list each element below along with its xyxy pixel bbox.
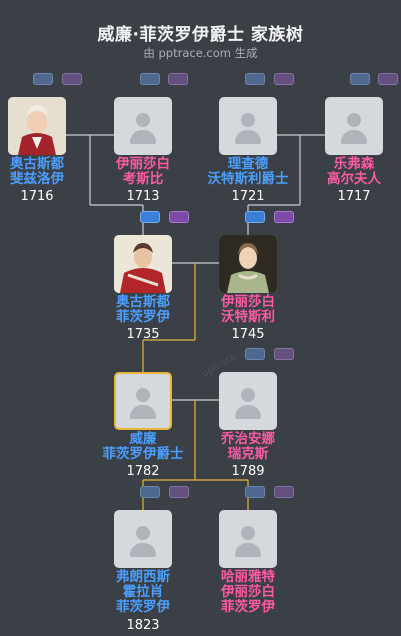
person-name: 奥古斯都 — [10, 156, 64, 172]
person-name: 高尔夫人 — [327, 171, 381, 187]
avatar-placeholder-icon — [347, 113, 361, 127]
person-name: 沃特斯利 — [221, 309, 275, 325]
expand-ancestors-badge[interactable] — [169, 211, 189, 223]
avatar-placeholder-icon — [136, 526, 150, 540]
avatar-placeholder-icon — [136, 388, 150, 402]
person-birth-year: 1735 — [126, 327, 160, 342]
person-name: 弗朗西斯 — [116, 569, 170, 585]
person-birth-year: 1823 — [126, 618, 160, 633]
expand-ancestors-badge[interactable] — [245, 348, 265, 360]
person-name: 菲茨罗伊 — [116, 309, 170, 325]
person-placeholder[interactable] — [219, 510, 277, 568]
person-portrait[interactable] — [8, 97, 66, 155]
expand-ancestors-badge[interactable] — [140, 211, 160, 223]
portrait-man-icon — [8, 97, 66, 155]
expand-ancestors-badge[interactable] — [274, 348, 294, 360]
person-placeholder[interactable] — [114, 510, 172, 568]
person-name: 乐弗森 — [333, 156, 375, 172]
person-birth-year: 1721 — [231, 189, 265, 204]
page-subtitle: 由 pptrace.com 生成 — [143, 46, 258, 60]
person-placeholder-selected[interactable] — [114, 372, 172, 430]
expand-ancestors-badge[interactable] — [140, 486, 160, 498]
expand-ancestors-badge[interactable] — [245, 486, 265, 498]
expand-ancestors-badge[interactable] — [62, 73, 82, 85]
expand-ancestors-badge[interactable] — [350, 73, 370, 85]
person-name: 威廉 — [129, 431, 157, 447]
person-name: 奥古斯都 — [116, 294, 170, 310]
expand-ancestors-badge[interactable] — [245, 73, 265, 85]
person-portrait[interactable] — [219, 235, 277, 293]
person-placeholder[interactable] — [325, 97, 383, 155]
person-portrait[interactable] — [114, 235, 172, 293]
expand-ancestors-badge[interactable] — [274, 73, 294, 85]
expand-ancestors-badge[interactable] — [274, 486, 294, 498]
person-name: 菲茨罗伊 — [116, 599, 170, 615]
avatar-placeholder-icon — [241, 388, 255, 402]
person-name: 斐兹洛伊 — [10, 171, 64, 187]
person-name: 伊丽莎白 — [116, 156, 170, 172]
portrait-man-icon — [114, 235, 172, 293]
person-name: 菲茨罗伊 — [221, 599, 275, 615]
avatar-placeholder-icon — [241, 113, 255, 127]
page-title: 威廉·菲茨罗伊爵士 家族树 — [97, 25, 304, 45]
expand-ancestors-badge[interactable] — [378, 73, 398, 85]
person-name: 乔治安娜 — [221, 431, 275, 447]
person-placeholder[interactable] — [219, 97, 277, 155]
person-name: 考斯比 — [122, 171, 164, 187]
person-name: 哈丽雅特 — [221, 569, 275, 585]
person-name: 瑞克斯 — [227, 446, 269, 462]
person-name: 伊丽莎白 — [221, 584, 275, 600]
expand-ancestors-badge[interactable] — [169, 486, 189, 498]
person-placeholder[interactable] — [219, 372, 277, 430]
person-name: 霍拉肖 — [122, 584, 164, 600]
person-birth-year: 1713 — [126, 189, 160, 204]
avatar-placeholder-icon — [241, 526, 255, 540]
expand-ancestors-badge[interactable] — [33, 73, 53, 85]
expand-ancestors-badge[interactable] — [274, 211, 294, 223]
person-birth-year: 1716 — [20, 189, 54, 204]
person-name: 理查德 — [227, 156, 269, 172]
person-name: 沃特斯利爵士 — [207, 171, 289, 187]
portrait-woman-icon — [219, 235, 277, 293]
person-birth-year: 1789 — [231, 464, 265, 479]
person-placeholder[interactable] — [114, 97, 172, 155]
person-name: 菲茨罗伊爵士 — [102, 446, 184, 462]
expand-ancestors-badge[interactable] — [168, 73, 188, 85]
person-birth-year: 1745 — [231, 327, 265, 342]
person-birth-year: 1782 — [126, 464, 160, 479]
person-name: 伊丽莎白 — [221, 294, 275, 310]
person-birth-year: 1717 — [337, 189, 371, 204]
avatar-placeholder-icon — [136, 113, 150, 127]
expand-ancestors-badge[interactable] — [245, 211, 265, 223]
expand-ancestors-badge[interactable] — [140, 73, 160, 85]
